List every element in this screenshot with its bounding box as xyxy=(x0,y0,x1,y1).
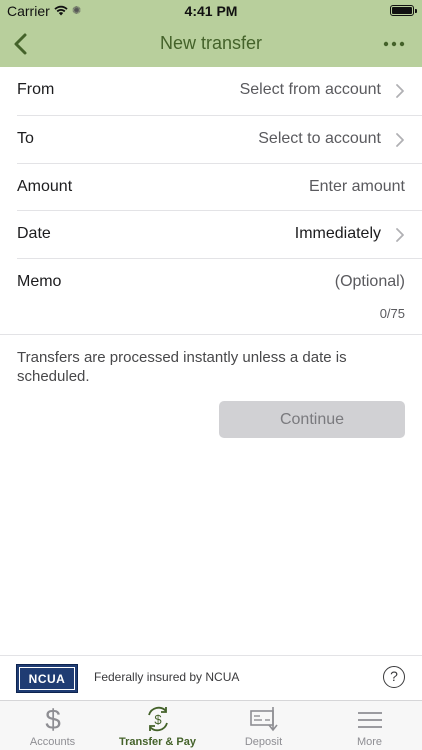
insurance-footer: NCUA Federally insured by NCUA ? xyxy=(0,655,422,700)
date-value: Immediately xyxy=(294,225,381,242)
chevron-right-icon xyxy=(396,133,404,147)
amount-row[interactable]: Amount Enter amount xyxy=(0,164,422,212)
tab-deposit[interactable]: Deposit xyxy=(211,701,316,750)
to-account-value: Select to account xyxy=(258,130,381,147)
from-label: From xyxy=(17,81,55,98)
navigation-bar: New transfer xyxy=(0,22,422,67)
ncua-logo-text: NCUA xyxy=(28,672,66,686)
to-label: To xyxy=(17,130,34,147)
help-icon[interactable]: ? xyxy=(383,666,405,688)
chevron-right-icon xyxy=(396,228,404,242)
tab-label: Deposit xyxy=(244,736,283,748)
header: Carrier ✺ 4:41 PM New transfer xyxy=(0,0,422,67)
tab-label: More xyxy=(356,736,383,748)
check-deposit-icon xyxy=(249,707,278,732)
tab-bar: $ Accounts $ Transfer & Pay Deposit More xyxy=(0,700,422,750)
memo-label: Memo xyxy=(17,273,62,290)
svg-text:$: $ xyxy=(154,712,162,727)
dollar-icon: $ xyxy=(45,705,61,733)
chevron-right-icon xyxy=(396,84,404,98)
ellipsis-icon[interactable] xyxy=(382,34,406,54)
tab-label: Accounts xyxy=(29,736,76,748)
tab-label: Transfer & Pay xyxy=(118,736,197,748)
tab-accounts[interactable]: $ Accounts xyxy=(0,701,105,750)
continue-button[interactable]: Continue xyxy=(219,401,405,438)
date-label: Date xyxy=(17,225,51,242)
page-title: New transfer xyxy=(159,33,263,53)
ncua-logo: NCUA xyxy=(16,664,78,693)
tab-more[interactable]: More xyxy=(317,701,422,750)
memo-row[interactable]: Memo (Optional) xyxy=(0,259,422,307)
insurance-text: Federally insured by NCUA xyxy=(94,670,240,684)
amount-input[interactable]: Enter amount xyxy=(309,178,405,196)
menu-icon xyxy=(357,712,382,728)
memo-character-counter: 0/75 xyxy=(379,306,405,321)
memo-input[interactable]: (Optional) xyxy=(335,273,405,291)
svg-text:$: $ xyxy=(45,705,61,733)
transfer-pay-icon: $ xyxy=(147,706,168,732)
to-account-row[interactable]: To Select to account xyxy=(0,116,422,164)
battery-icon xyxy=(390,5,417,16)
status-time: 4:41 PM xyxy=(184,3,238,19)
from-account-row[interactable]: From Select from account xyxy=(0,67,422,115)
date-row[interactable]: Date Immediately xyxy=(0,211,422,259)
divider xyxy=(0,334,422,335)
from-account-value: Select from account xyxy=(239,81,381,98)
status-bar: Carrier ✺ 4:41 PM xyxy=(0,0,422,22)
transfer-info-text: Transfers are processed instantly unless… xyxy=(17,349,347,385)
amount-label: Amount xyxy=(17,178,73,195)
tab-transfer-pay[interactable]: $ Transfer & Pay xyxy=(105,701,210,750)
